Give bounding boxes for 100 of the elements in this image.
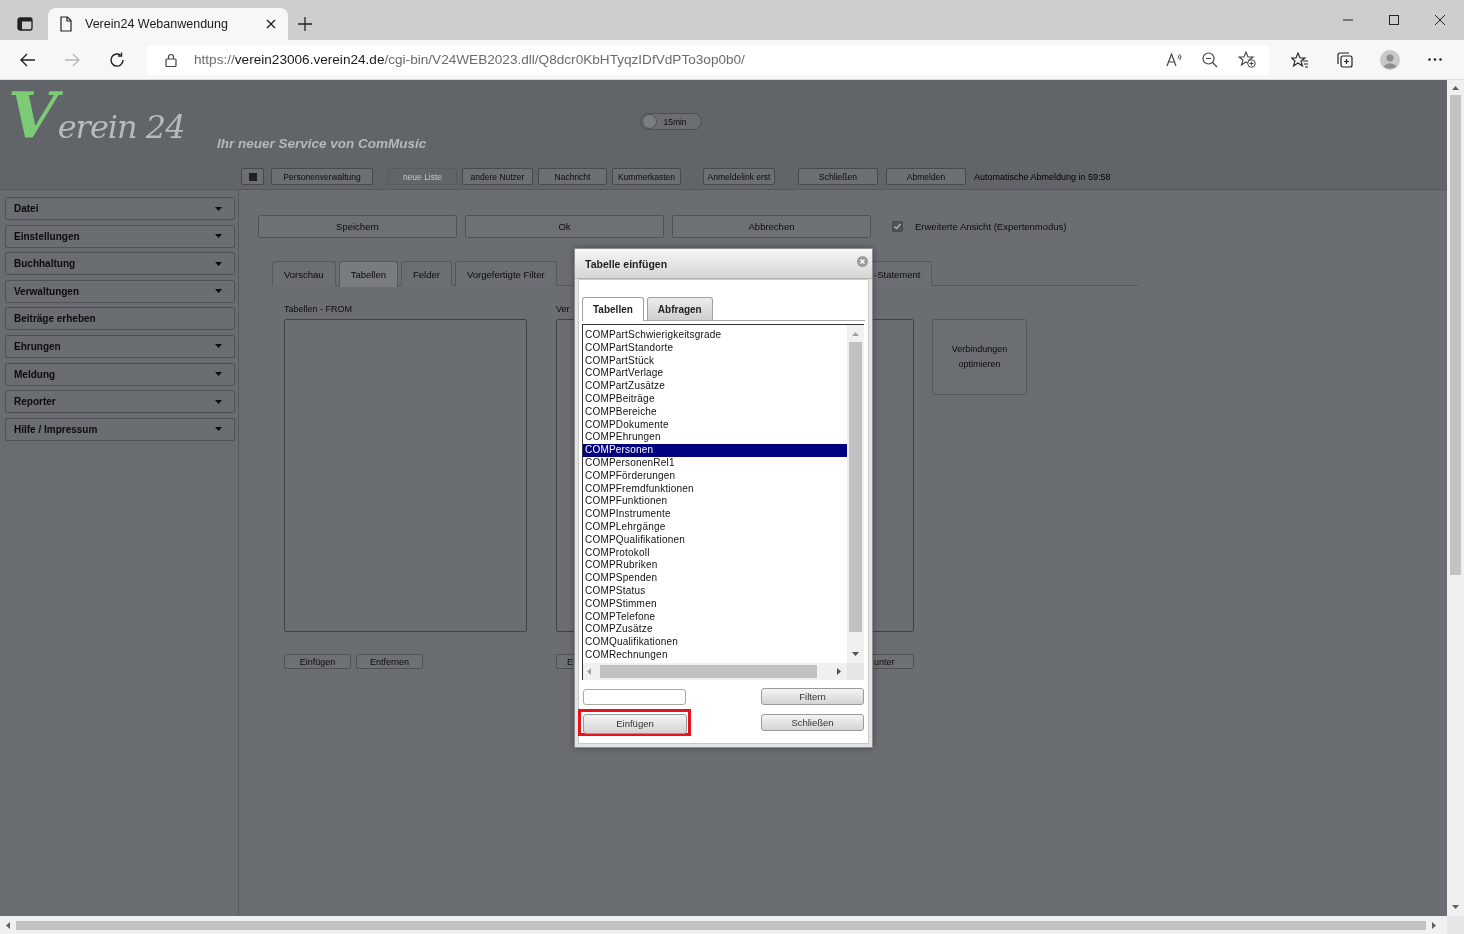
scroll-down-arrow-icon[interactable] [852,652,859,656]
scrollbar-thumb[interactable] [849,342,862,632]
sidebar-menu-item[interactable]: Einstellungen [5,224,235,248]
reload-icon[interactable] [109,51,125,68]
scroll-down-arrow-icon[interactable] [1452,905,1459,909]
tab[interactable]: Vorschau [272,261,336,286]
address-bar[interactable]: https://verein23006.verein24.de/cgi-bin/V24WEB2023.dll/Q8dcr0KbHTyqzIDfVdPTo3op0b0/ [146,44,1270,75]
plus-icon[interactable] [298,17,312,31]
list-item[interactable]: COMPInstrumente [583,508,847,521]
list-item[interactable]: COMPBeiträge [583,393,847,406]
tab[interactable]: -Statement [872,261,933,286]
list-item[interactable]: COMPersonenRel1 [583,456,847,470]
optimize-button[interactable]: Verbindungen optimieren [932,319,1027,395]
vertical-scrollbar[interactable] [1447,80,1464,916]
list-item[interactable]: COMPartStandorte [583,341,847,355]
scroll-right-arrow-icon[interactable] [837,668,841,675]
list-action-button[interactable]: Einfügen [284,654,351,669]
toolbar-icon-button[interactable] [241,168,264,185]
collections-icon[interactable] [1337,51,1353,68]
list-item[interactable]: COMPZusätze [583,623,847,637]
list-item[interactable]: COMPLehrgänge [583,520,847,534]
read-aloud-icon[interactable] [1166,52,1182,67]
list-item[interactable]: COMPFunktionen [583,495,847,509]
list-item[interactable]: COMPartZusätze [583,380,847,393]
cut-off-button[interactable]: E [556,654,574,669]
sidebar-menu-item[interactable]: Reporter [5,390,235,414]
back-arrow-icon[interactable] [20,52,36,67]
browser-tab[interactable]: Verein24 Webanwendung [48,8,288,40]
sidebar-menu-item[interactable]: Hilfe / Impressum [5,417,235,441]
list-item[interactable]: COMPFremdfunktionen [583,482,847,496]
list-item[interactable]: COMPartSchwierigkeitsgrade [583,329,847,342]
list-item[interactable]: COMPersonen [583,444,847,457]
avatar-icon[interactable] [1380,49,1400,70]
toolbar-button[interactable]: Personenverwaltung [271,168,373,185]
list-item[interactable]: COMPQualifikationen [583,533,847,547]
checkbox[interactable] [892,221,903,232]
list-item[interactable]: COMQualifikationen [583,636,847,649]
url-text[interactable]: https://verein23006.verein24.de/cgi-bin/V24WEB2023.dll/Q8dcr0KbHTyqzIDfVdPTo3op0b0/ [194,52,745,67]
scroll-right-arrow-icon[interactable] [1432,921,1436,929]
list-item[interactable]: COMPStimmen [583,597,847,611]
action-button[interactable]: Ok [465,215,664,238]
toolbar-button[interactable]: andere Nutzer [462,168,533,185]
caret-icon [215,372,222,377]
scrollbar-thumb[interactable] [600,665,817,678]
list-item[interactable]: COMPartStück [583,354,847,368]
sidebar-menu-item[interactable]: Buchhaltung [5,252,235,276]
list-item[interactable]: COMRechnungen [583,648,847,662]
cut-off-button[interactable]: unter [872,654,914,669]
panel-icon[interactable] [17,17,33,31]
horizontal-scrollbar[interactable] [583,663,847,680]
maximize-icon[interactable] [1389,15,1399,25]
sidebar-menu-item[interactable]: Beiträge erheben [5,307,235,331]
list-item[interactable]: COMPEhrungen [583,431,847,445]
sidebar-menu-item[interactable]: Datei [5,197,235,220]
sidebar-menu-item[interactable]: Meldung [5,362,235,386]
list-action-button[interactable]: Entfernen [356,654,423,669]
horizontal-scrollbar[interactable] [0,916,1464,934]
list-item[interactable]: COMPTelefone [583,610,847,624]
scrollbar-thumb[interactable] [16,920,1426,930]
table-list[interactable] [582,324,864,680]
close-icon[interactable] [266,19,276,29]
tab[interactable]: Felder [401,261,452,286]
tab[interactable]: Abfragen [646,297,713,320]
star-plus-icon[interactable] [1238,51,1256,68]
list-item[interactable]: COMPSpenden [583,572,847,585]
sidebar-menu-item[interactable]: Ehrungen [5,334,235,358]
list-item[interactable]: COMPStatus [583,584,847,598]
sidebar-menu-item[interactable]: Verwaltungen [5,279,235,303]
tab[interactable]: Tabellen [582,297,644,321]
close-button[interactable]: Schließen [761,714,864,731]
toolbar-button[interactable]: Anmeldelink erst [703,168,775,185]
toggle-knob[interactable] [642,114,657,129]
close-icon[interactable] [1435,15,1445,25]
list-item[interactable]: COMPFörderungen [583,469,847,483]
vertical-scrollbar[interactable] [847,325,864,663]
toolbar-button[interactable]: Abmelden [886,168,966,185]
list-item[interactable]: COMProtokoll [583,546,847,560]
scroll-up-arrow-icon[interactable] [1452,86,1459,90]
filter-field[interactable] [583,688,686,705]
action-button[interactable]: Speichern [258,215,457,238]
tab[interactable]: Tabellen [338,261,398,287]
scrollbar-thumb[interactable] [1450,95,1461,575]
more-icon[interactable] [1428,58,1442,61]
toolbar-button[interactable]: Kummerkasten [612,168,681,185]
favorites-icon[interactable] [1291,51,1309,68]
list-item[interactable]: COMPartVerlage [583,367,847,381]
filter-button[interactable]: Filtern [761,688,864,705]
caret-icon [215,234,222,239]
zoom-out-icon[interactable] [1202,51,1218,68]
action-button[interactable]: Abbrechen [672,215,871,238]
list-item[interactable]: COMPDokumente [583,418,847,432]
list-item[interactable]: COMPBereiche [583,405,847,419]
toggle-switch[interactable]: 15min [640,113,702,130]
insert-button[interactable]: Einfügen [583,713,687,734]
toolbar-button[interactable]: Nachricht [538,168,607,185]
lock-icon[interactable] [165,52,177,67]
tab[interactable]: Vorgefertigte Filter [454,261,557,286]
scroll-left-arrow-icon[interactable] [6,921,10,929]
toolbar-button[interactable]: Schließen [798,168,878,185]
list-item[interactable]: COMPRubriken [583,559,847,573]
